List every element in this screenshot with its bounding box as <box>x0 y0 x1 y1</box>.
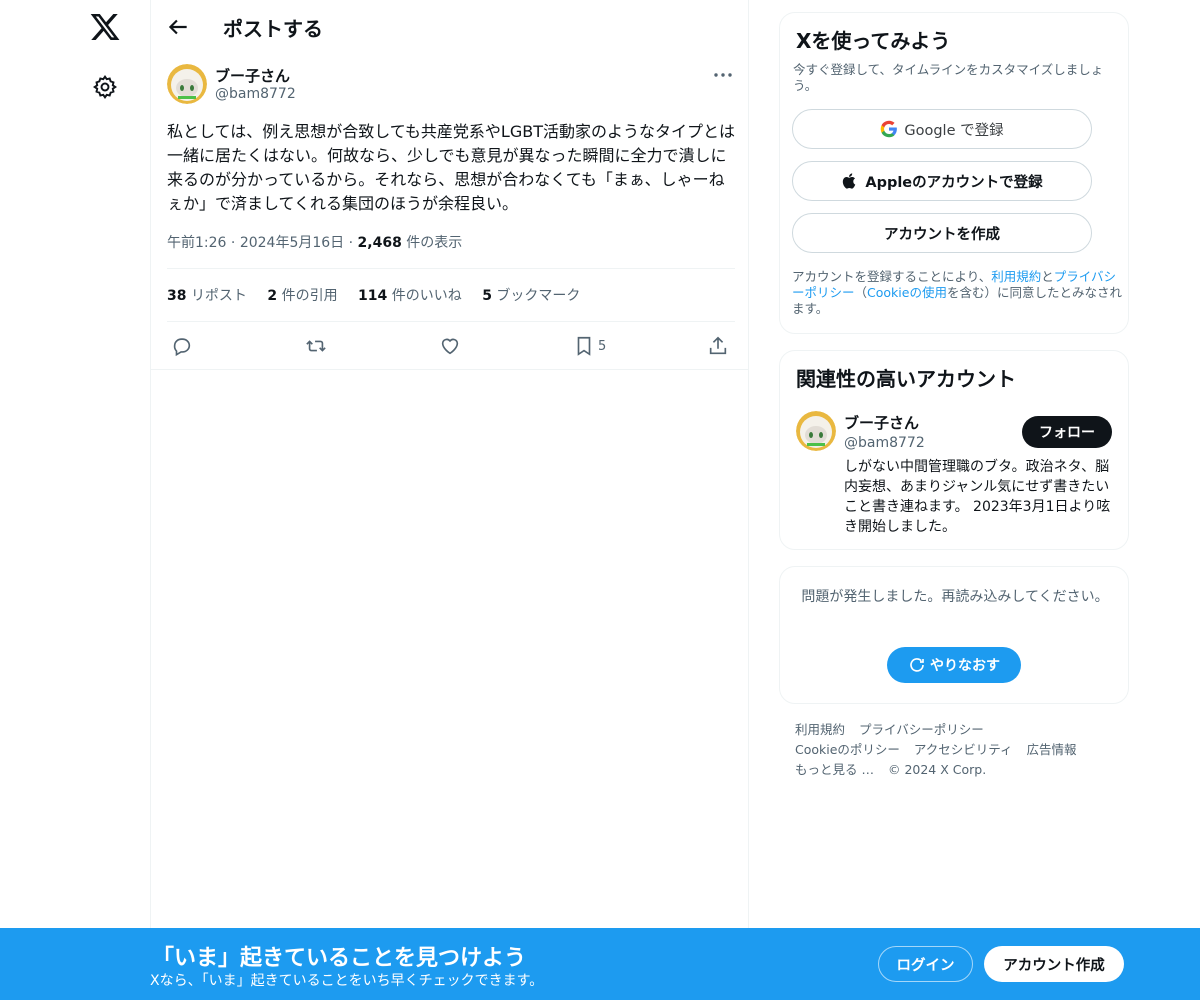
bookmarks-stat[interactable]: 5 ブックマーク <box>482 285 580 305</box>
reposts-stat[interactable]: 38 リポスト <box>167 285 247 305</box>
post-time[interactable]: 午前1:26 <box>167 235 226 251</box>
repost-icon[interactable] <box>305 335 327 357</box>
legal-text: アカウントを登録することにより、 <box>792 269 992 284</box>
footer-cookie-link[interactable]: Cookieのポリシー <box>795 742 900 757</box>
meta-separator: · <box>230 235 240 251</box>
like-heart-icon[interactable] <box>439 335 461 357</box>
main-column: ポストする ブー子さん @bam8772 私としては、例え思想が合致しても共産党… <box>150 0 749 1000</box>
post-date[interactable]: 2024年5月16日 <box>240 235 344 251</box>
bookmark-count: 5 <box>598 338 607 354</box>
footer-accessibility-link[interactable]: アクセシビリティ <box>914 742 1013 757</box>
create-account-label: アカウントを作成 <box>884 226 1000 243</box>
gear-icon[interactable] <box>92 74 118 100</box>
retry-button[interactable]: やりなおす <box>887 647 1021 683</box>
retry-label: やりなおす <box>930 658 1000 674</box>
meta-separator: · <box>348 235 358 251</box>
back-arrow-icon[interactable] <box>165 14 191 40</box>
footer-copyright: © 2024 X Corp. <box>887 762 987 777</box>
x-logo-icon[interactable] <box>89 11 121 43</box>
avatar[interactable] <box>796 411 836 451</box>
footer-privacy-link[interactable]: プライバシーポリシー <box>859 722 984 737</box>
page: ポストする ブー子さん @bam8772 私としては、例え思想が合致しても共産党… <box>0 0 1200 1000</box>
reply-icon[interactable] <box>171 335 193 357</box>
post-text: 私としては、例え思想が合致しても共産党系やLGBT活動家のようなタイプとは一緒に… <box>167 122 735 213</box>
login-button[interactable]: ログイン <box>878 946 973 982</box>
follow-button[interactable]: フォロー <box>1022 416 1112 448</box>
signup-legal: アカウントを登録することにより、利用規約とプライバシーポリシー（Cookieの使… <box>792 269 1122 317</box>
main-header: ポストする <box>151 0 749 54</box>
related-account-handle[interactable]: @bam8772 <box>844 435 925 451</box>
share-icon[interactable] <box>707 335 729 357</box>
signup-subtitle: 今すぐ登録して、タイムラインをカスタマイズしましょう。 <box>793 62 1104 93</box>
bottom-signup-bar: 「いま」起きていることを見つけよう Xなら、「いま」起きていることをいち早くチェ… <box>0 928 1200 1000</box>
divider <box>167 321 735 322</box>
related-accounts-card: 関連性の高いアカウント ブー子さん @bam8772 フォロー しがない中間管理… <box>779 350 1129 550</box>
author-name[interactable]: ブー子さん <box>215 65 290 86</box>
error-message: 問題が発生しました。再読み込みしてください。 <box>801 589 1109 605</box>
related-title: 関連性の高いアカウント <box>796 367 1016 391</box>
post-meta: 午前1:26 · 2024年5月16日 · 2,468 件の表示 <box>167 232 462 252</box>
page-title: ポストする <box>223 17 323 41</box>
divider <box>167 268 735 269</box>
likes-stat[interactable]: 114 件のいいね <box>358 285 462 305</box>
error-card: 問題が発生しました。再読み込みしてください。 やりなおす <box>779 566 1129 704</box>
google-icon <box>881 120 898 138</box>
avatar[interactable] <box>167 64 207 104</box>
related-account-bio: しがない中間管理職のブタ。政治ネタ、脳内妄想、あまりジャンル気にせず書きたいこと… <box>844 459 1111 535</box>
views-label: 件の表示 <box>406 235 463 251</box>
create-account-button[interactable]: アカウントを作成 <box>792 213 1092 253</box>
signup-card: Xを使ってみよう 今すぐ登録して、タイムラインをカスタマイズしましょう。 Goo… <box>779 12 1129 334</box>
views-count: 2,468 <box>357 235 402 251</box>
bottom-bar-subtitle: Xなら、「いま」起きていることをいち早くチェックできます。 <box>150 973 544 989</box>
legal-text: と <box>1041 269 1054 284</box>
signup-title: Xを使ってみよう <box>796 29 951 53</box>
post-detail: ブー子さん @bam8772 私としては、例え思想が合致しても共産党系やLGBT… <box>151 54 749 370</box>
left-nav <box>0 0 150 1000</box>
footer-ads-link[interactable]: 広告情報 <box>1027 742 1077 757</box>
google-signup-button[interactable]: Google で登録 <box>792 109 1092 149</box>
refresh-icon <box>910 658 924 672</box>
signup-button[interactable]: アカウント作成 <box>984 946 1124 982</box>
apple-icon <box>843 173 856 189</box>
terms-link[interactable]: 利用規約 <box>991 269 1041 284</box>
footer-terms-link[interactable]: 利用規約 <box>795 722 845 737</box>
footer-links: 利用規約 プライバシーポリシー Cookieのポリシー アクセシビリティ 広告情… <box>795 720 1125 780</box>
author-handle[interactable]: @bam8772 <box>215 86 296 102</box>
bookmark-icon[interactable]: 5 <box>573 335 606 357</box>
footer-more-link[interactable]: もっと見る … <box>795 762 874 777</box>
bottom-bar-title: 「いま」起きていることを見つけよう <box>152 946 527 971</box>
post-stats: 38 リポスト 2 件の引用 114 件のいいね 5 ブックマーク <box>167 285 596 305</box>
google-signup-label: Google で登録 <box>904 122 1004 139</box>
more-options-icon[interactable] <box>711 64 735 86</box>
quotes-stat[interactable]: 2 件の引用 <box>267 285 337 305</box>
apple-signup-button[interactable]: Appleのアカウントで登録 <box>792 161 1092 201</box>
related-account-name[interactable]: ブー子さん <box>844 412 919 433</box>
cookie-link[interactable]: Cookieの使用 <box>867 285 947 300</box>
apple-signup-label: Appleのアカウントで登録 <box>865 174 1043 191</box>
legal-text: （ <box>854 285 868 300</box>
